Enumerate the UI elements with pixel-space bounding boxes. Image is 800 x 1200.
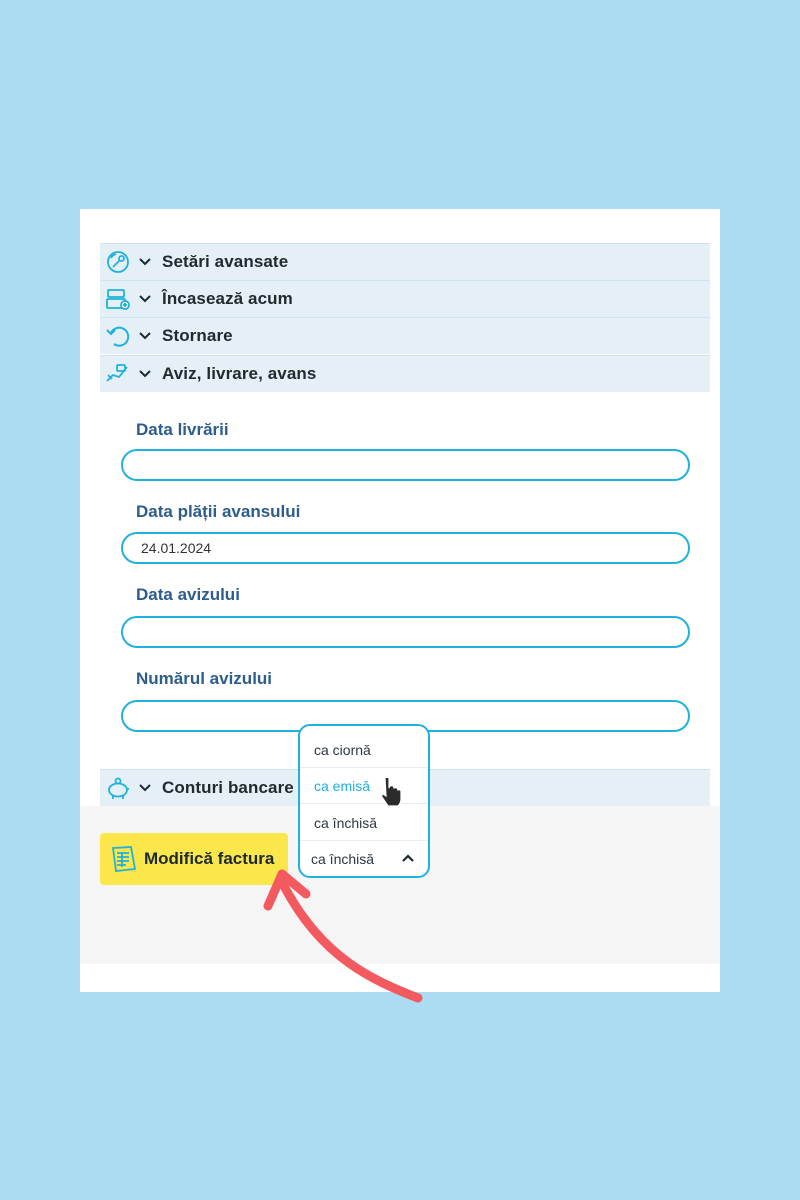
data-platii-avansului-input[interactable]: [121, 532, 690, 564]
section-incaseaza-acum[interactable]: Încasează acum: [100, 280, 710, 317]
chevron-down-icon[interactable]: [136, 258, 154, 266]
modify-invoice-button[interactable]: Modifică factura: [100, 833, 288, 885]
section-label: Setări avansate: [162, 252, 289, 271]
top-blank-area: [80, 209, 710, 243]
dropdown-option-emisa[interactable]: ca emisă: [300, 768, 428, 804]
truck-hand-icon: [104, 360, 132, 388]
piggy-bank-icon: [104, 774, 132, 802]
dropdown-option-ciorna[interactable]: ca ciornă: [300, 732, 428, 768]
field-label-data-livrarii: Data livrării: [136, 420, 229, 439]
section-label: Aviz, livrare, avans: [162, 364, 317, 383]
section-setari-avansate[interactable]: Setări avansate: [100, 243, 710, 280]
field-label-data-avizului: Data avizului: [136, 585, 240, 604]
wrench-gear-icon: [104, 248, 132, 276]
section-aviz-livrare-avans[interactable]: Aviz, livrare, avans: [100, 355, 710, 392]
chevron-down-icon[interactable]: [136, 295, 154, 303]
cash-register-icon: [104, 285, 132, 313]
section-label: Încasează acum: [162, 289, 293, 308]
section-label: Stornare: [162, 326, 233, 345]
field-label-numarul-avizului: Numărul avizului: [136, 669, 273, 688]
undo-arrow-icon: [104, 322, 132, 350]
chevron-down-icon[interactable]: [136, 784, 154, 792]
chevron-down-icon[interactable]: [136, 370, 154, 378]
delivery-fields-group: Data livrării Data plății avansului Data…: [100, 394, 710, 769]
status-dropdown[interactable]: ca ciornă ca emisă ca închisă ca închisă: [298, 724, 430, 878]
dropdown-option-inchisa[interactable]: ca închisă: [300, 805, 428, 841]
section-stornare[interactable]: Stornare: [100, 317, 710, 354]
invoice-icon: [108, 843, 140, 875]
annotation-arrow-icon: [263, 869, 423, 1003]
data-avizului-input[interactable]: [121, 616, 690, 648]
data-livrarii-input[interactable]: [121, 449, 690, 481]
field-label-data-platii-avansului: Data plății avansului: [136, 502, 301, 521]
modify-invoice-label: Modifică factura: [144, 849, 275, 868]
section-label: Conturi bancare: [162, 778, 294, 797]
hand-pointer-cursor-icon: [381, 776, 402, 807]
chevron-down-icon[interactable]: [136, 332, 154, 340]
